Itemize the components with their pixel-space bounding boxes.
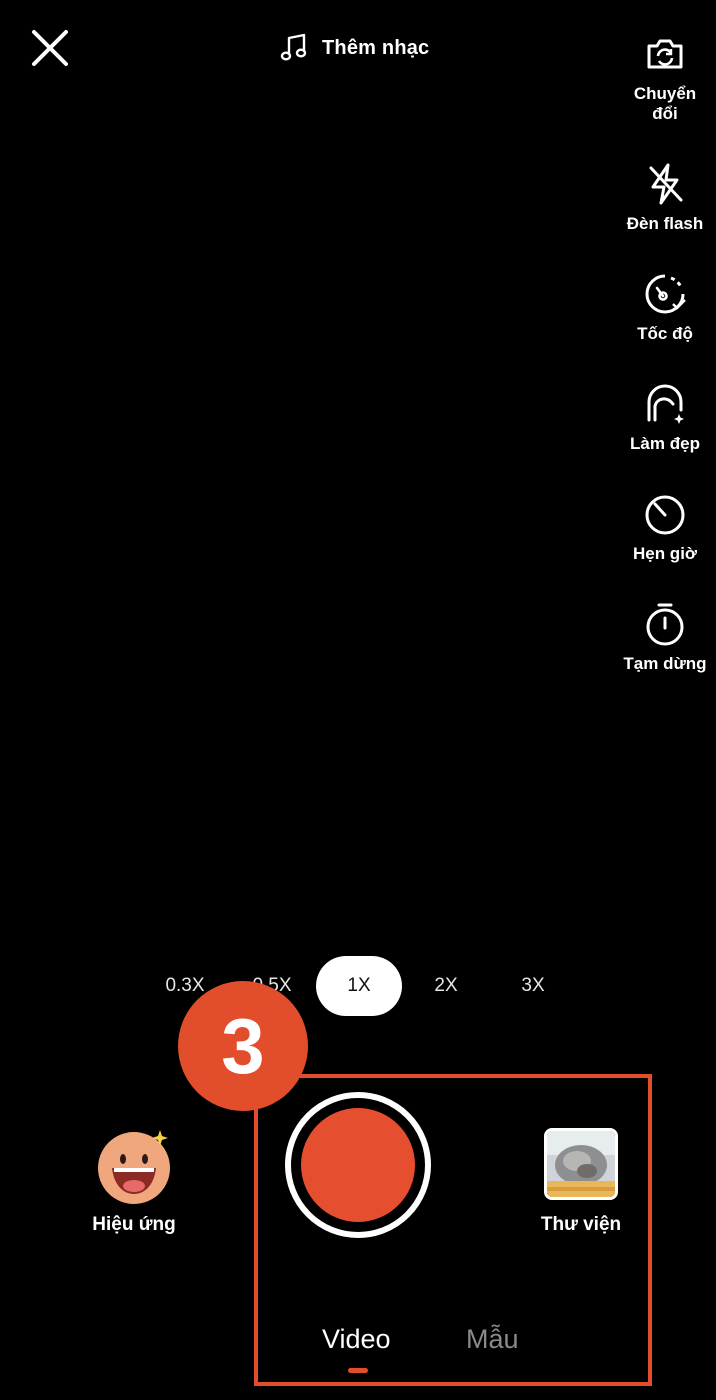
tool-label-flip: Chuyển đổi [633,84,697,123]
flash-off-icon [649,163,683,205]
mode-tab-template[interactable]: Mẫu [466,1324,519,1355]
tool-flash[interactable]: Đèn flash [612,160,716,234]
tool-label-beauty: Làm đẹp [630,434,700,453]
active-mode-indicator [348,1368,368,1373]
gallery-thumbnail[interactable] [544,1128,618,1200]
record-button-fill [301,1108,415,1222]
flip-camera-icon [647,39,683,69]
tool-label-speed: Tốc độ [637,324,693,343]
stopwatch-icon [646,603,684,646]
gallery-thumbnail-image [547,1131,615,1197]
timer-icon [645,495,685,535]
gallery-label: Thư viện [540,1214,622,1235]
tool-label-flash: Đèn flash [626,214,704,233]
close-icon [32,30,68,66]
tool-beauty[interactable]: Làm đẹp [612,380,716,454]
tool-label-timer: Hẹn giờ [632,544,698,563]
add-music-button[interactable]: Thêm nhạc [280,30,429,66]
record-button[interactable] [285,1092,431,1238]
effects-label: Hiệu ứng [92,1214,176,1235]
effects-button[interactable] [96,1128,172,1204]
mode-tab-video[interactable]: Video [322,1324,391,1355]
zoom-option-1x[interactable]: 1X [316,956,402,1016]
zoom-option-2x[interactable]: 2X [411,956,481,1016]
smiley-effects-icon [98,1130,170,1204]
beauty-icon [647,384,684,424]
music-note-icon [280,33,307,61]
tool-flip-camera[interactable]: Chuyển đổi [612,30,716,124]
add-music-label: Thêm nhạc [322,36,430,59]
tool-speed[interactable]: Tốc độ [612,270,716,344]
tool-timer[interactable]: Hẹn giờ [612,490,716,564]
tool-label-pause: Tạm dừng [623,654,707,673]
close-button[interactable] [28,26,72,70]
speed-icon [645,274,686,314]
tool-pause[interactable]: Tạm dừng [612,600,716,674]
zoom-option-3x[interactable]: 3X [498,956,568,1016]
